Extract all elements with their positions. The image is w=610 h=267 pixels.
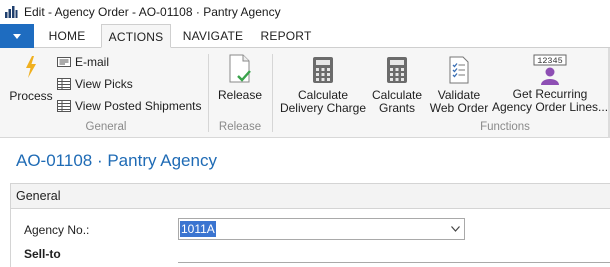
user-number-icon: 12345 [533, 54, 567, 85]
agency-no-label: Agency No.: [24, 223, 90, 237]
email-label: E-mail [75, 55, 110, 69]
group-label-release: Release [218, 121, 262, 133]
group-label-general: General [85, 121, 127, 133]
calculate-delivery-charge-label-2: Delivery Charge [279, 101, 367, 115]
group-separator [208, 54, 209, 132]
general-section-title[interactable]: General [16, 189, 60, 203]
window-title: Edit - Agency Order - AO-01108 · Pantry … [24, 5, 281, 19]
file-menu-button[interactable] [0, 24, 34, 48]
process-label: Process [9, 89, 53, 103]
group-separator [272, 54, 273, 132]
view-posted-shipments-button[interactable]: View Posted Shipments [57, 97, 202, 115]
chevron-down-icon[interactable] [451, 226, 460, 232]
title-bar: Edit - Agency Order - AO-01108 · Pantry … [0, 0, 610, 24]
recurring-icon-text: 12345 [537, 56, 563, 66]
sell-to-field-edge [178, 262, 610, 263]
view-posted-shipments-label: View Posted Shipments [75, 99, 202, 113]
get-recurring-label-2: Agency Order Lines... [491, 100, 609, 114]
calculate-grants-label-2: Grants [378, 101, 415, 115]
release-label: Release [217, 88, 263, 102]
document-check-icon [229, 54, 251, 83]
email-button[interactable]: E-mail [57, 53, 109, 71]
tab-home[interactable]: HOME [40, 24, 94, 48]
get-recurring-order-lines-button[interactable]: 12345 Get Recurring Agency Order Lines..… [491, 54, 609, 114]
tab-report[interactable]: REPORT [256, 24, 316, 48]
calculate-delivery-charge-button[interactable]: Calculate Delivery Charge [278, 56, 368, 115]
view-picks-button[interactable]: View Picks [57, 75, 133, 93]
calculate-grants-button[interactable]: Calculate Grants [368, 56, 426, 115]
general-fasttab-header[interactable] [10, 183, 610, 209]
app-logo-icon [4, 5, 18, 19]
sell-to-label: Sell-to [24, 247, 61, 261]
agency-no-field[interactable] [178, 218, 465, 240]
process-button[interactable]: Process [8, 56, 54, 103]
view-picks-label: View Picks [75, 77, 133, 91]
chevron-down-icon [13, 34, 21, 39]
validate-web-order-label-2: Web Order [429, 101, 489, 115]
validate-web-order-button[interactable]: Validate Web Order [427, 56, 491, 115]
envelope-icon [57, 57, 71, 67]
table-grid-icon [57, 78, 71, 90]
calculator-icon [387, 57, 407, 83]
checklist-document-icon [449, 56, 469, 84]
lightning-icon [26, 56, 36, 78]
group-label-functions: Functions [480, 121, 530, 133]
page-title: AO-01108 · Pantry Agency [16, 151, 217, 170]
tab-actions[interactable]: ACTIONS [101, 24, 171, 48]
agency-no-value[interactable]: 1011A [180, 221, 216, 237]
table-grid-icon [57, 100, 71, 112]
release-button[interactable]: Release [215, 54, 265, 102]
tab-navigate[interactable]: NAVIGATE [177, 24, 249, 48]
calculator-icon [313, 57, 333, 83]
